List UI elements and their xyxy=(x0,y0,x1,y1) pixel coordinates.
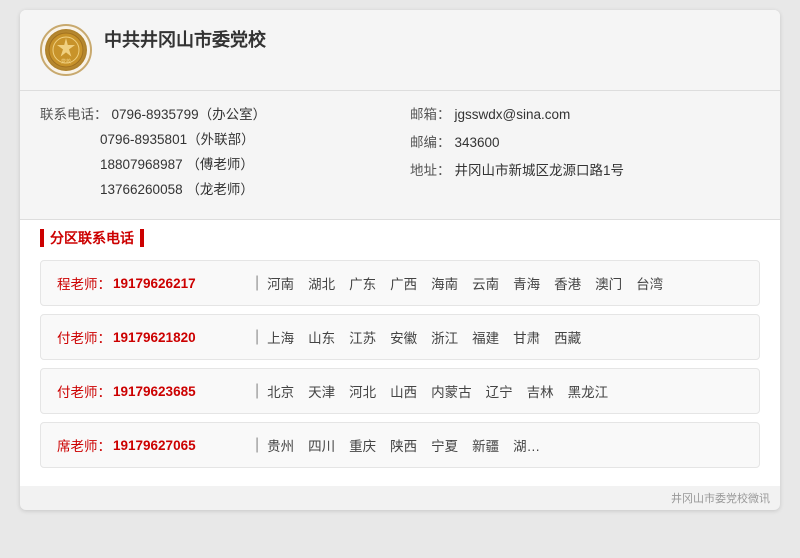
region-item: 河南 xyxy=(267,273,294,293)
regional-card: 付老师：19179621820 | 上海山东江苏安徽浙江福建甘肃西藏 xyxy=(40,314,760,360)
region-item: 吉林 xyxy=(527,381,554,401)
region-item: 广西 xyxy=(390,273,417,293)
phone-main-row: 联系电话： 0796-8935799（办公室） xyxy=(40,103,390,123)
postal-value: 343600 xyxy=(455,135,500,150)
region-item: 云南 xyxy=(472,273,499,293)
address-value: 井冈山市新城区龙源口路1号 xyxy=(455,159,625,179)
phone-2: 0796-8935801（外联部） xyxy=(100,128,390,148)
region-item: 重庆 xyxy=(349,435,376,455)
teacher-phone: 19179621820 xyxy=(113,330,196,345)
header-section: 党校 中共井冈山市委党校 xyxy=(20,10,780,91)
teacher-name: 付老师： xyxy=(57,381,111,401)
divider-bar-left xyxy=(40,229,44,247)
contact-right: 邮箱： jgsswdx@sina.com 邮编： 343600 地址： 井冈山市… xyxy=(390,103,760,203)
postal-label: 邮编： xyxy=(410,131,451,151)
regions-divider: | xyxy=(255,328,259,346)
region-item: 香港 xyxy=(554,273,581,293)
region-item: 海南 xyxy=(431,273,458,293)
svg-text:党校: 党校 xyxy=(61,58,71,65)
region-item: 辽宁 xyxy=(486,381,513,401)
section-divider: 分区联系电话 xyxy=(20,220,780,256)
region-item: 天津 xyxy=(308,381,335,401)
regions-list: 北京天津河北山西内蒙古辽宁吉林黑龙江 xyxy=(267,381,608,401)
phone-label: 联系电话： xyxy=(40,103,108,123)
teacher-info: 付老师：19179623685 xyxy=(57,381,247,401)
phone-4: 13766260058 （龙老师） xyxy=(100,178,390,198)
address-label: 地址： xyxy=(410,159,451,179)
region-item: 江苏 xyxy=(349,327,376,347)
region-item: 四川 xyxy=(308,435,335,455)
region-item: 北京 xyxy=(267,381,294,401)
contact-left: 联系电话： 0796-8935799（办公室） 0796-8935801（外联部… xyxy=(40,103,390,203)
logo: 党校 xyxy=(40,24,92,76)
teacher-info: 程老师：19179626217 xyxy=(57,273,247,293)
address-row: 地址： 井冈山市新城区龙源口路1号 xyxy=(410,159,760,179)
regions-list: 河南湖北广东广西海南云南青海香港澳门台湾 xyxy=(267,273,663,293)
region-item: 福建 xyxy=(472,327,499,347)
teacher-phone: 19179626217 xyxy=(113,276,196,291)
region-item: 上海 xyxy=(267,327,294,347)
header-title: 中共井冈山市委党校 xyxy=(104,24,266,52)
phone-3: 18807968987 （傅老师） xyxy=(100,153,390,173)
main-container: 党校 中共井冈山市委党校 联系电话： 0796-8935799（办公室） 079… xyxy=(20,10,780,510)
divider-bar-right xyxy=(140,229,144,247)
watermark-text: 井冈山市委党校微讯 xyxy=(671,490,770,506)
teacher-name: 席老师： xyxy=(57,435,111,455)
region-item: 陕西 xyxy=(390,435,417,455)
phone-main-value: 0796-8935799（办公室） xyxy=(112,103,267,123)
region-item: 湖北 xyxy=(308,273,335,293)
region-item: 新疆 xyxy=(472,435,499,455)
region-item: 黑龙江 xyxy=(568,381,609,401)
watermark-bar: 井冈山市委党校微讯 xyxy=(20,486,780,510)
teacher-info: 付老师：19179621820 xyxy=(57,327,247,347)
regional-cards: 程老师：19179626217 | 河南湖北广东广西海南云南青海香港澳门台湾付老师：… xyxy=(20,256,780,486)
region-item: 湖… xyxy=(513,435,540,455)
region-item: 山西 xyxy=(390,381,417,401)
regional-card: 付老师：19179623685 | 北京天津河北山西内蒙古辽宁吉林黑龙江 xyxy=(40,368,760,414)
region-item: 甘肃 xyxy=(513,327,540,347)
contact-section: 联系电话： 0796-8935799（办公室） 0796-8935801（外联部… xyxy=(20,91,780,220)
regions-list: 上海山东江苏安徽浙江福建甘肃西藏 xyxy=(267,327,581,347)
postal-row: 邮编： 343600 xyxy=(410,131,760,151)
regions-divider: | xyxy=(255,382,259,400)
region-item: 青海 xyxy=(513,273,540,293)
regions-divider: | xyxy=(255,436,259,454)
regions-divider: | xyxy=(255,274,259,292)
email-row: 邮箱： jgsswdx@sina.com xyxy=(410,103,760,123)
region-item: 浙江 xyxy=(431,327,458,347)
region-item: 西藏 xyxy=(554,327,581,347)
regional-card: 程老师：19179626217 | 河南湖北广东广西海南云南青海香港澳门台湾 xyxy=(40,260,760,306)
teacher-phone: 19179627065 xyxy=(113,438,196,453)
teacher-name: 付老师： xyxy=(57,327,111,347)
regional-card: 席老师：19179627065 | 贵州四川重庆陕西宁夏新疆湖… xyxy=(40,422,760,468)
region-item: 内蒙古 xyxy=(431,381,472,401)
region-item: 安徽 xyxy=(390,327,417,347)
teacher-info: 席老师：19179627065 xyxy=(57,435,247,455)
region-item: 台湾 xyxy=(636,273,663,293)
region-item: 宁夏 xyxy=(431,435,458,455)
section-title: 分区联系电话 xyxy=(50,228,134,248)
email-value: jgsswdx@sina.com xyxy=(455,107,571,122)
region-item: 河北 xyxy=(349,381,376,401)
region-item: 广东 xyxy=(349,273,376,293)
email-label: 邮箱： xyxy=(410,103,451,123)
teacher-name: 程老师： xyxy=(57,273,111,293)
logo-inner: 党校 xyxy=(45,29,87,71)
regions-list: 贵州四川重庆陕西宁夏新疆湖… xyxy=(267,435,540,455)
region-item: 山东 xyxy=(308,327,335,347)
region-item: 澳门 xyxy=(595,273,622,293)
region-item: 贵州 xyxy=(267,435,294,455)
teacher-phone: 19179623685 xyxy=(113,384,196,399)
